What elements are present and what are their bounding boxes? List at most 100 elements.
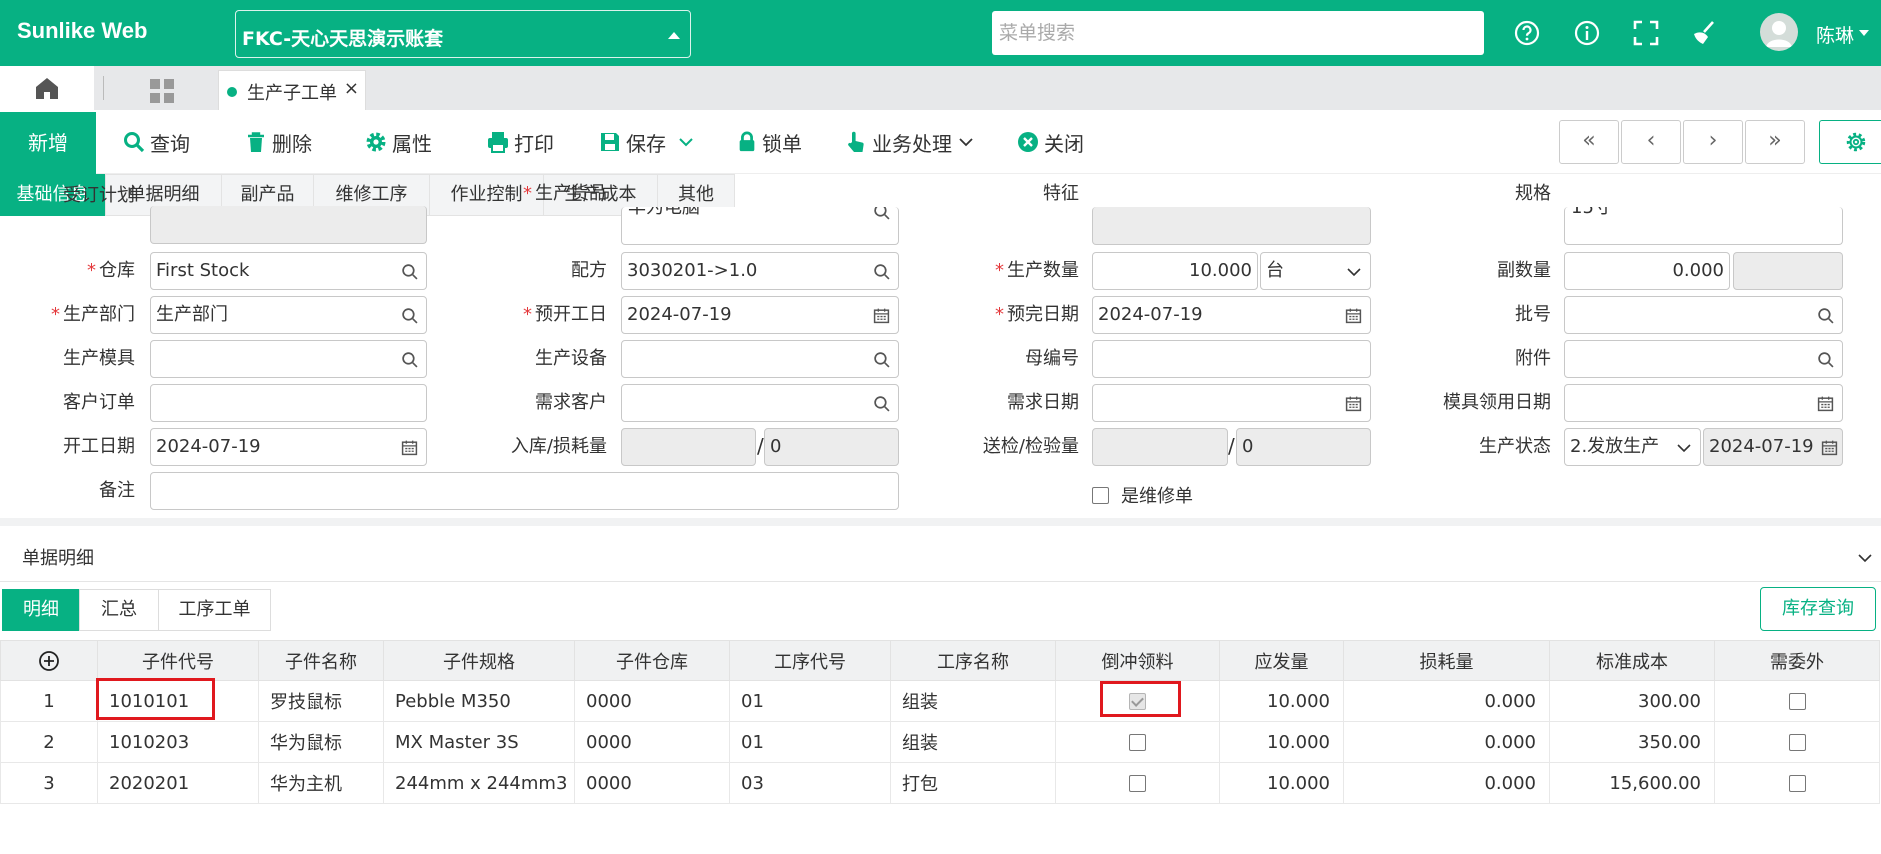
mold-date-field[interactable] xyxy=(1564,384,1843,422)
calendar-icon[interactable] xyxy=(401,439,418,456)
cell-std-cost[interactable]: 300.00 xyxy=(1549,680,1715,722)
menu-search-input[interactable] xyxy=(992,11,1484,55)
properties-button[interactable]: 属性 xyxy=(364,125,432,159)
apps-tab[interactable] xyxy=(120,76,180,106)
cell-qty[interactable]: 10.000 xyxy=(1219,680,1344,722)
cell-qty[interactable]: 10.000 xyxy=(1219,762,1344,804)
help-icon[interactable] xyxy=(1512,18,1542,48)
cell-spec[interactable]: 244mm x 244mm3 xyxy=(383,762,575,804)
first-record-button[interactable]: « xyxy=(1559,120,1619,164)
search-icon[interactable] xyxy=(1817,351,1834,368)
order-plan-field[interactable] xyxy=(150,206,427,244)
outsource-checkbox[interactable] xyxy=(1788,693,1806,710)
home-tab[interactable] xyxy=(0,66,94,110)
cell-spec[interactable]: MX Master 3S xyxy=(383,721,575,763)
close-button[interactable]: 关闭 xyxy=(1016,125,1084,159)
prev-record-button[interactable]: ‹ xyxy=(1621,120,1681,164)
repair-checkbox[interactable] xyxy=(1092,486,1109,504)
mold-field[interactable] xyxy=(150,340,427,378)
dept-field[interactable]: 生产部门 xyxy=(150,296,427,334)
cell-spec[interactable]: Pebble M350 xyxy=(383,680,575,722)
delete-button[interactable]: 删除 xyxy=(244,125,312,159)
batch-field[interactable] xyxy=(1564,296,1843,334)
sub-unit-field[interactable] xyxy=(1733,252,1843,290)
last-record-button[interactable]: » xyxy=(1745,120,1805,164)
search-icon[interactable] xyxy=(1817,307,1834,324)
loss-qty-field[interactable]: 0 xyxy=(764,428,899,466)
cell-backflush[interactable] xyxy=(1055,721,1220,763)
cell-qty[interactable]: 10.000 xyxy=(1219,721,1344,763)
next-record-button[interactable]: › xyxy=(1683,120,1743,164)
cell-outsource[interactable] xyxy=(1714,680,1880,722)
formula-field[interactable]: 3030201->1.0 xyxy=(621,252,899,290)
tab-production-suborder[interactable]: 生产子工单 × xyxy=(218,70,366,110)
save-dropdown-chevron-icon[interactable] xyxy=(678,134,694,150)
search-icon[interactable] xyxy=(401,307,418,324)
search-icon[interactable] xyxy=(873,207,890,220)
table-row[interactable]: 2 1010203 华为鼠标 MX Master 3S 0000 01 组装 1… xyxy=(0,721,1880,763)
add-row-header[interactable] xyxy=(0,640,98,681)
spec-field[interactable]: 15寸 xyxy=(1564,207,1843,245)
plan-end-field[interactable]: 2024-07-19 xyxy=(1092,296,1371,334)
account-selector[interactable]: FKC-天心天思演示账套 xyxy=(235,10,691,58)
cell-loss[interactable]: 0.000 xyxy=(1343,762,1550,804)
demand-customer-field[interactable] xyxy=(621,384,899,422)
business-button[interactable]: 业务处理 xyxy=(844,125,978,159)
save-button[interactable]: 保存 xyxy=(598,125,666,159)
search-icon[interactable] xyxy=(401,351,418,368)
calendar-icon[interactable] xyxy=(1345,307,1362,324)
repair-checkbox-group[interactable]: 是维修单 xyxy=(1092,482,1193,508)
outsource-checkbox[interactable] xyxy=(1788,775,1806,792)
fullscreen-icon[interactable] xyxy=(1631,18,1661,48)
cell-name[interactable]: 华为主机 xyxy=(258,762,384,804)
in-qty-field[interactable] xyxy=(621,428,756,466)
status-date-field[interactable]: 2024-07-19 xyxy=(1703,428,1843,466)
qty-field[interactable]: 10.000 xyxy=(1092,252,1258,290)
tab-summary[interactable]: 汇总 xyxy=(79,589,159,631)
tab-detail[interactable]: 明细 xyxy=(2,589,80,631)
cell-op-name[interactable]: 打包 xyxy=(890,762,1056,804)
feature-field[interactable] xyxy=(1092,207,1371,245)
cell-warehouse[interactable]: 0000 xyxy=(574,762,730,804)
user-name[interactable]: 陈琳 xyxy=(1816,21,1854,48)
query-button[interactable]: 查询 xyxy=(122,125,190,159)
backflush-checkbox[interactable] xyxy=(1129,775,1146,792)
close-tab-icon[interactable]: × xyxy=(344,78,359,99)
cell-warehouse[interactable]: 0000 xyxy=(574,721,730,763)
plan-start-field[interactable]: 2024-07-19 xyxy=(621,296,899,334)
search-icon[interactable] xyxy=(873,395,890,412)
settings-button[interactable] xyxy=(1819,120,1881,164)
cell-warehouse[interactable]: 0000 xyxy=(574,680,730,722)
calendar-icon[interactable] xyxy=(1345,395,1362,412)
cell-code[interactable]: 2020201 xyxy=(97,762,259,804)
info-icon[interactable] xyxy=(1572,18,1602,48)
cell-loss[interactable]: 0.000 xyxy=(1343,721,1550,763)
avatar[interactable] xyxy=(1760,13,1798,51)
cell-outsource[interactable] xyxy=(1714,721,1880,763)
cell-std-cost[interactable]: 15,600.00 xyxy=(1549,762,1715,804)
add-circle-icon[interactable] xyxy=(38,650,60,672)
search-icon[interactable] xyxy=(401,263,418,280)
print-button[interactable]: 打印 xyxy=(486,125,554,159)
calendar-icon[interactable] xyxy=(873,307,890,324)
start-date-field[interactable]: 2024-07-19 xyxy=(150,428,427,466)
table-row[interactable]: 1 1010101 罗技鼠标 Pebble M350 0000 01 组装 10… xyxy=(0,680,1880,722)
cell-name[interactable]: 华为鼠标 xyxy=(258,721,384,763)
cell-op-name[interactable]: 组装 xyxy=(890,680,1056,722)
status-select[interactable]: 2.发放生产 xyxy=(1564,428,1701,466)
calendar-icon[interactable] xyxy=(1821,439,1838,456)
customer-order-field[interactable] xyxy=(150,384,427,422)
clean-icon[interactable] xyxy=(1689,18,1719,48)
backflush-checkbox[interactable] xyxy=(1129,734,1146,751)
remark-field[interactable] xyxy=(150,472,899,510)
cell-op-code[interactable]: 01 xyxy=(729,721,891,763)
unit-select[interactable]: 台 xyxy=(1260,252,1371,290)
product-field[interactable]: 华为电脑 xyxy=(621,207,899,245)
calendar-icon[interactable] xyxy=(1817,395,1834,412)
search-icon[interactable] xyxy=(873,263,890,280)
sub-qty-field[interactable]: 0.000 xyxy=(1564,252,1730,290)
search-icon[interactable] xyxy=(873,351,890,368)
cell-op-name[interactable]: 组装 xyxy=(890,721,1056,763)
demand-date-field[interactable] xyxy=(1092,384,1371,422)
new-button[interactable]: 新增 xyxy=(0,112,96,174)
